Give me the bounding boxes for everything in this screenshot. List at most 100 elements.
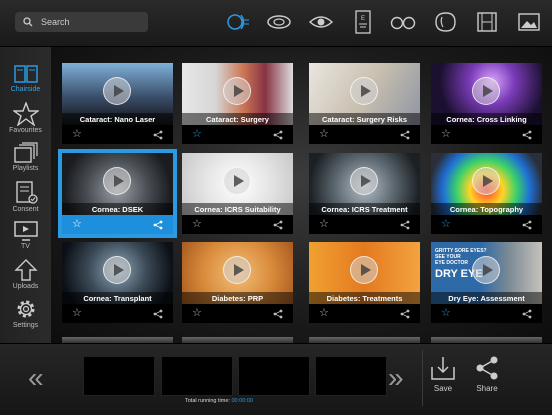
image-icon[interactable]: [514, 8, 544, 36]
video-card-selected[interactable]: Cornea: DSEK ☆: [58, 149, 177, 238]
cornea-icon[interactable]: [222, 8, 252, 36]
video-card[interactable]: Diabetes: Treatments ☆: [309, 242, 420, 323]
star-icon[interactable]: ☆: [192, 219, 202, 230]
sidebar-item-label: Chairside: [10, 86, 41, 93]
sidebar-item-label: Favourites: [9, 127, 42, 134]
chevron-left-icon[interactable]: «: [28, 364, 44, 392]
video-thumbnail: Cornea: ICRS Suitability: [182, 153, 293, 215]
video-card[interactable]: Diabetes: PRP ☆: [182, 242, 293, 323]
sidebar-item-settings[interactable]: Settings: [0, 297, 51, 335]
save-label: Save: [433, 384, 453, 393]
video-card[interactable]: Cornea: Transplant ☆: [62, 242, 173, 323]
share-icon[interactable]: [522, 130, 532, 140]
video-title: Cornea: ICRS Treatment: [321, 204, 408, 214]
video-grid: Cataract: Nano Laser ☆ Cataract: Surgery…: [51, 47, 552, 343]
share-icon[interactable]: [153, 220, 163, 230]
chevron-right-icon[interactable]: »: [388, 364, 404, 392]
video-card[interactable]: Cataract: Surgery Risks ☆: [309, 63, 420, 144]
star-icon[interactable]: ☆: [72, 129, 82, 140]
top-bar: E: [0, 0, 552, 47]
share-icon[interactable]: [273, 130, 283, 140]
star-icon[interactable]: ☆: [192, 308, 202, 319]
share-icon[interactable]: [273, 309, 283, 319]
film-icon[interactable]: [472, 8, 502, 36]
share-icon: [476, 356, 498, 380]
save-button[interactable]: Save: [423, 355, 463, 405]
star-icon[interactable]: ☆: [441, 129, 451, 140]
tv-icon: [13, 221, 38, 241]
video-card[interactable]: Cornea: ICRS Suitability ☆: [182, 153, 293, 234]
share-icon[interactable]: [522, 220, 532, 230]
star-icon[interactable]: ☆: [72, 219, 82, 230]
share-button[interactable]: Share: [467, 355, 507, 405]
save-icon: [431, 357, 455, 380]
star-icon[interactable]: ☆: [72, 308, 82, 319]
video-title: Cataract: Nano Laser: [79, 114, 156, 124]
sidebar-item-consent[interactable]: Consent: [0, 181, 51, 219]
search-input[interactable]: [39, 16, 143, 28]
share-icon[interactable]: [400, 309, 410, 319]
star-icon[interactable]: ☆: [192, 129, 202, 140]
category-icons: E: [222, 8, 544, 36]
video-thumbnail: Cataract: Nano Laser: [62, 63, 173, 125]
playlist-slot[interactable]: [315, 356, 387, 396]
video-thumbnail: Cornea: Cross Linking: [431, 63, 542, 125]
star-icon[interactable]: ☆: [441, 308, 451, 319]
video-title: Cornea: Transplant: [83, 293, 152, 303]
play-icon: [350, 167, 378, 195]
play-icon: [103, 77, 131, 105]
play-icon: [472, 77, 500, 105]
video-card[interactable]: Cornea: Cross Linking ☆: [431, 63, 542, 144]
sidebar-item-tv[interactable]: TV: [0, 220, 51, 258]
playlist-bar: « » Total running time: 00:00:00 Save Sh…: [0, 343, 552, 415]
video-thumbnail: Diabetes: Treatments: [309, 242, 420, 304]
playlist-slot[interactable]: [83, 356, 155, 396]
gear-icon: [17, 300, 34, 318]
search-icon: [23, 17, 33, 27]
video-card[interactable]: Cornea: Topography ☆: [431, 153, 542, 234]
video-title: Dry Eye: Assessment: [448, 293, 525, 303]
share-icon[interactable]: [400, 220, 410, 230]
video-card[interactable]: Cornea: ICRS Treatment ☆: [309, 153, 420, 234]
video-card[interactable]: GRITTY SORE EYES? SEE YOUR EYE DOCTOR DR…: [431, 242, 542, 323]
retina-icon[interactable]: [430, 8, 460, 36]
video-thumbnail: Cornea: Topography: [431, 153, 542, 215]
glasses-icon[interactable]: [388, 8, 418, 36]
sidebar-item-playlists[interactable]: Playlists: [0, 142, 51, 180]
play-icon: [103, 256, 131, 284]
eye-chart-icon[interactable]: E: [348, 8, 378, 36]
share-icon[interactable]: [400, 130, 410, 140]
video-title: Diabetes: Treatments: [326, 293, 403, 303]
sidebar-item-chairside[interactable]: Chairside: [0, 63, 51, 101]
video-title: Cataract: Surgery Risks: [321, 114, 408, 124]
video-card[interactable]: Cataract: Surgery ☆: [182, 63, 293, 144]
playlist-icon: [13, 142, 38, 163]
share-icon[interactable]: [153, 130, 163, 140]
star-icon: [12, 102, 39, 126]
video-card[interactable]: Cataract: Nano Laser ☆: [62, 63, 173, 144]
play-icon: [350, 256, 378, 284]
share-icon[interactable]: [522, 309, 532, 319]
upload-icon: [13, 259, 38, 281]
star-icon[interactable]: ☆: [319, 219, 329, 230]
eye-icon[interactable]: [306, 8, 336, 36]
video-title: Cataract: Surgery: [206, 114, 269, 124]
sidebar: Chairside Favourites Playlists Consent T…: [0, 47, 52, 343]
running-time: Total running time: 00:00:00: [185, 398, 253, 404]
star-icon[interactable]: ☆: [319, 129, 329, 140]
sidebar-item-favourites[interactable]: Favourites: [0, 102, 51, 140]
star-icon[interactable]: ☆: [441, 219, 451, 230]
playlist-slot[interactable]: [238, 356, 310, 396]
play-icon: [350, 77, 378, 105]
lens-icon[interactable]: [264, 8, 294, 36]
star-icon[interactable]: ☆: [319, 308, 329, 319]
search-box[interactable]: [15, 12, 148, 32]
play-icon: [472, 256, 500, 284]
share-icon[interactable]: [273, 220, 283, 230]
sidebar-item-label: Consent: [12, 206, 39, 213]
share-label: Share: [476, 384, 498, 393]
playlist-slot[interactable]: [161, 356, 233, 396]
share-icon[interactable]: [153, 309, 163, 319]
sidebar-item-uploads[interactable]: Uploads: [0, 258, 51, 296]
svg-text:E: E: [361, 16, 365, 22]
